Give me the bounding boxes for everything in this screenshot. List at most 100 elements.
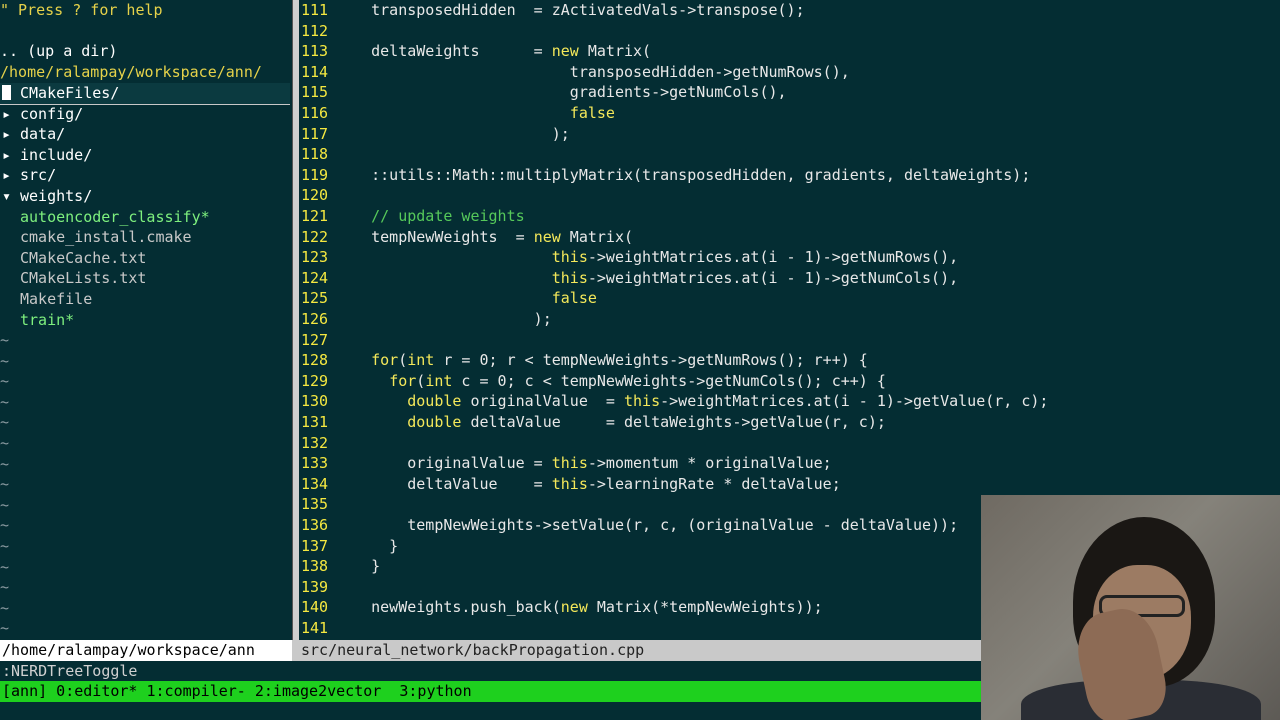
tree-item[interactable]: Makefile xyxy=(0,289,290,310)
empty-line-marker: ~ xyxy=(0,331,10,349)
code-line[interactable]: 116 false xyxy=(298,103,615,124)
code-line[interactable]: 130 double originalValue = this->weightM… xyxy=(298,391,1048,412)
line-number: 127 xyxy=(301,330,329,349)
code-line[interactable]: 140 newWeights.push_back(new Matrix(*tem… xyxy=(298,597,823,618)
code-line[interactable]: 133 originalValue = this->momentum * ori… xyxy=(298,453,832,474)
empty-line-marker: ~ xyxy=(0,557,10,576)
empty-line-marker: ~ xyxy=(0,516,10,535)
line-number: 141 xyxy=(301,619,329,637)
code-line[interactable]: 138 } xyxy=(298,556,380,577)
code-line[interactable]: 113 deltaWeights = new Matrix( xyxy=(298,41,651,62)
code-text: this->weightMatrices.at(i - 1)->getNumRo… xyxy=(335,248,958,266)
code-line[interactable]: 134 deltaValue = this->learningRate * de… xyxy=(298,474,841,495)
code-line[interactable]: 118 xyxy=(298,144,335,165)
line-number: 132 xyxy=(301,433,329,452)
line-number: 129 xyxy=(301,371,329,390)
code-line[interactable]: 124 this->weightMatrices.at(i - 1)->getN… xyxy=(298,268,958,289)
empty-line-marker: ~ xyxy=(0,351,10,370)
code-line[interactable]: 139 xyxy=(298,577,335,598)
code-line[interactable]: 127 xyxy=(298,330,335,351)
code-line[interactable]: 136 tempNewWeights->setValue(r, c, (orig… xyxy=(298,515,958,536)
code-line[interactable]: 129 for(int c = 0; c < tempNewWeights->g… xyxy=(298,371,886,392)
tree-item[interactable]: CMakeCache.txt xyxy=(0,248,290,269)
tree-item[interactable]: ▸ src/ xyxy=(0,165,290,186)
code-text: transposedHidden = zActivatedVals->trans… xyxy=(335,1,805,19)
tree-item-label: data/ xyxy=(20,125,66,144)
code-line[interactable]: 137 } xyxy=(298,536,398,557)
code-token: } xyxy=(335,557,381,576)
code-line[interactable]: 114 transposedHidden->getNumRows(), xyxy=(298,62,850,83)
code-line[interactable]: 111 transposedHidden = zActivatedVals->t… xyxy=(298,0,805,21)
code-token: ->weightMatrices.at(i - 1)->getValue(r, … xyxy=(660,392,1049,411)
tree-item-label: include/ xyxy=(20,145,93,164)
code-text: double originalValue = this->weightMatri… xyxy=(335,392,1048,410)
line-number: 120 xyxy=(301,186,329,205)
tree-item-label: train* xyxy=(20,310,75,329)
code-text: deltaWeights = new Matrix( xyxy=(335,42,651,60)
code-token: Matrix(*tempNewWeights)); xyxy=(587,598,823,617)
empty-line-marker: ~ xyxy=(0,372,10,391)
code-text: for(int c = 0; c < tempNewWeights->getNu… xyxy=(335,372,886,390)
code-line[interactable]: 120 xyxy=(298,185,335,206)
code-line[interactable]: 119 ::utils::Math::multiplyMatrix(transp… xyxy=(298,165,1030,186)
code-line[interactable]: 132 xyxy=(298,433,335,454)
code-line[interactable]: 117 ); xyxy=(298,124,570,145)
code-line[interactable]: 112 xyxy=(298,21,335,42)
code-line[interactable]: 141 xyxy=(298,618,335,639)
code-line[interactable]: 128 for(int r = 0; r < tempNewWeights->g… xyxy=(298,350,868,371)
tree-item[interactable]: ▸ data/ xyxy=(0,124,290,145)
empty-line-marker: ~ xyxy=(0,495,10,514)
line-number: 124 xyxy=(301,268,329,287)
line-number: 139 xyxy=(301,577,329,596)
keyword: false xyxy=(551,289,597,308)
code-token: ); xyxy=(335,310,552,328)
line-number: 138 xyxy=(301,557,329,576)
code-line[interactable]: 125 false xyxy=(298,288,597,309)
comment: // update weights xyxy=(335,207,525,225)
keyword: this xyxy=(551,454,588,473)
tree-item[interactable]: cmake_install.cmake xyxy=(0,227,290,248)
nerdtree-statusline: /home/ralampay/workspace/ann xyxy=(0,640,292,661)
tree-arrow-icon: ▸ xyxy=(2,104,12,123)
code-line[interactable]: 131 double deltaValue = deltaWeights->ge… xyxy=(298,412,886,433)
code-token: ->weightMatrices.at(i - 1)->getNumRows()… xyxy=(587,248,959,267)
line-number: 134 xyxy=(301,474,329,493)
code-token: } xyxy=(335,536,399,555)
tree-item[interactable]: autoencoder_classify* xyxy=(0,207,290,228)
line-number: 131 xyxy=(301,413,329,431)
empty-line-marker: ~ xyxy=(0,392,10,411)
code-text: false xyxy=(335,289,597,307)
tree-item-label: CMakeCache.txt xyxy=(20,248,147,267)
keyword: this xyxy=(624,392,661,411)
code-token: transposedHidden = zActivatedVals->trans… xyxy=(335,1,805,19)
code-line[interactable]: 135 xyxy=(298,494,335,515)
tree-arrow-icon: ▸ xyxy=(2,125,12,144)
code-line[interactable]: 122 tempNewWeights = new Matrix( xyxy=(298,227,633,248)
tree-item[interactable]: CMakeLists.txt xyxy=(0,268,290,289)
tree-arrow-icon: ▸ xyxy=(2,145,12,164)
empty-line-marker: ~ xyxy=(0,475,10,494)
line-number: 140 xyxy=(301,598,329,617)
code-text: tempNewWeights->setValue(r, c, (original… xyxy=(335,516,958,534)
keyword: new xyxy=(560,598,588,617)
line-number: 135 xyxy=(301,495,329,514)
tree-item[interactable]: CMakeFiles/ xyxy=(0,83,290,105)
line-number: 133 xyxy=(301,454,329,473)
empty-line-marker: ~ xyxy=(0,413,10,432)
code-line[interactable]: 121 // update weights xyxy=(298,206,525,227)
keyword: new xyxy=(551,42,579,61)
code-text: gradients->getNumCols(), xyxy=(335,83,787,101)
code-line[interactable]: 126 ); xyxy=(298,309,552,330)
tree-item[interactable]: ▸ config/ xyxy=(0,104,290,125)
code-line[interactable]: 123 this->weightMatrices.at(i - 1)->getN… xyxy=(298,247,958,268)
tree-item[interactable]: train* xyxy=(0,310,290,331)
tree-item[interactable]: ▸ include/ xyxy=(0,145,290,166)
nerdtree-pane[interactable]: " Press ? for help .. (up a dir) /home/r… xyxy=(0,0,292,640)
code-text: ); xyxy=(335,310,552,328)
empty-line-marker: ~ xyxy=(0,434,10,452)
tree-item[interactable]: ▾ weights/ xyxy=(0,186,290,207)
up-dir-link[interactable]: .. (up a dir) xyxy=(0,41,117,62)
code-line[interactable]: 115 gradients->getNumCols(), xyxy=(298,82,787,103)
